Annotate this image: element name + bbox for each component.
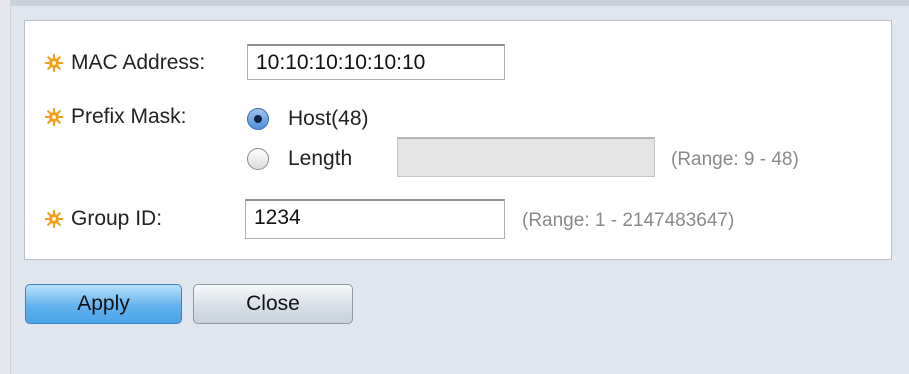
close-button[interactable]: Close xyxy=(193,284,353,324)
required-gear-icon xyxy=(45,108,63,126)
prefix-length-input[interactable] xyxy=(397,137,655,177)
mac-address-row: MAC Address: xyxy=(45,51,205,75)
prefix-length-radio[interactable] xyxy=(247,148,269,170)
window-top-strip xyxy=(0,0,909,6)
prefix-host-label[interactable]: Host(48) xyxy=(288,107,369,131)
mac-address-label: MAC Address: xyxy=(71,51,206,74)
window-left-edge xyxy=(0,0,11,374)
prefix-mask-row: Prefix Mask: xyxy=(45,105,187,129)
group-id-range-hint: (Range: 1 - 2147483647) xyxy=(522,210,735,231)
mac-address-input[interactable]: 10:10:10:10:10:10 xyxy=(247,44,505,80)
radio-selected-dot xyxy=(254,115,262,123)
group-id-label: Group ID: xyxy=(71,207,163,230)
prefix-host-radio[interactable] xyxy=(247,108,269,130)
form-panel: MAC Address: 10:10:10:10:10:10 Prefix Ma… xyxy=(24,20,892,260)
required-gear-icon xyxy=(45,210,63,228)
prefix-length-range-hint: (Range: 9 - 48) xyxy=(671,149,799,170)
prefix-mask-label: Prefix Mask: xyxy=(71,105,187,128)
group-id-input[interactable]: 1234 xyxy=(245,199,505,239)
group-id-row: Group ID: xyxy=(45,207,162,231)
apply-button[interactable]: Apply xyxy=(25,284,182,324)
prefix-length-label[interactable]: Length xyxy=(288,147,352,171)
required-gear-icon xyxy=(45,54,63,72)
